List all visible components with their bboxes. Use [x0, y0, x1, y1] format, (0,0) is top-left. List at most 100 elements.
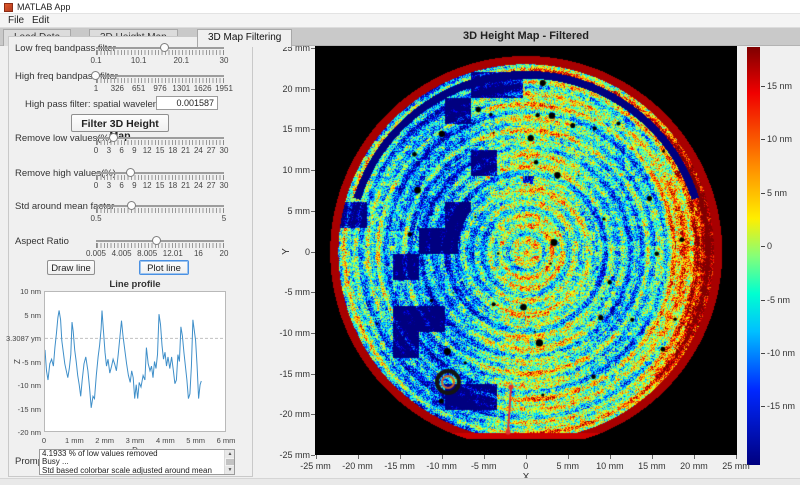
highpass-wavelength-field[interactable]: 0.001587: [156, 96, 218, 110]
slider-tick-label: 24: [193, 181, 203, 190]
scroll-down-icon[interactable]: ▼: [225, 466, 234, 474]
remove-high-values-slider: 0 3 6 9 12 15 18 21 24 27 30: [94, 166, 228, 190]
slider-tick-label: 30: [219, 56, 229, 65]
plot-line-button[interactable]: Plot line: [139, 260, 189, 275]
wafer-heatmap-canvas[interactable]: [315, 46, 737, 455]
slider-tick-label: 30: [219, 181, 229, 190]
heatmap-y-tick: -20 mm: [279, 409, 310, 420]
heatmap-x-tickmark: [357, 455, 359, 459]
heatmap-x-tickmark: [483, 455, 485, 459]
slider-tick-label: 24: [193, 146, 203, 155]
slider-tick-label: 0.005: [85, 249, 107, 258]
heatmap-plot-area[interactable]: [315, 46, 737, 455]
heatmap-y-tickmark: [311, 332, 315, 334]
colorbar-tickmark: [761, 353, 765, 354]
slider-tick-label: 10.1: [130, 56, 147, 65]
heatmap-x-tickmark: [693, 455, 695, 459]
heatmap-x-tick: -5 mm: [470, 461, 497, 471]
heatmap-y-tickmark: [311, 373, 315, 375]
scroll-thumb[interactable]: [226, 459, 234, 465]
colorbar-tick-label: -15 nm: [767, 401, 796, 412]
heatmap-x-tick: 5 mm: [556, 461, 580, 471]
heatmap-y-tickmark: [311, 48, 315, 49]
heatmap-x-tickmark: [609, 455, 611, 459]
prompt-line: Std based colorbar scale adjusted around…: [42, 465, 212, 475]
heatmap-y-tick: -25 mm: [279, 450, 310, 460]
heatmap-y-tickmark: [311, 414, 315, 416]
slider-tick-label: 5: [221, 214, 227, 223]
heatmap-y-tickmark: [311, 455, 315, 456]
remove-low-values-row: Remove low values(%) 0 3 6 9 12 15 18 21 24 27 30: [9, 131, 254, 157]
heatmap-x-tickmark: [736, 455, 737, 459]
line-profile-x-tick: 4 mm: [155, 436, 175, 445]
slider-tick-labels: 1 326 651 976 1301 1626 1951: [93, 84, 233, 93]
colorbar-tickmark: [761, 86, 765, 87]
slider-tick-label: 3: [106, 146, 112, 155]
slider-tick-label: 12: [142, 146, 152, 155]
tab-3d-map-filtering[interactable]: 3D Map Filtering: [197, 29, 293, 47]
slider-tick-labels: 0.5 5: [90, 214, 227, 223]
line-profile-y-tick: -20 nm: [17, 428, 41, 437]
menu-edit[interactable]: Edit: [28, 15, 53, 26]
line-profile-x-tick: 1 mm: [64, 436, 84, 445]
slider-thumb[interactable]: [126, 201, 136, 210]
slider-tick-label: 21: [181, 181, 191, 190]
line-profile-plot-area: [44, 291, 226, 432]
matlab-app-window: MATLAB App File Edit Load Data 3D Height…: [0, 0, 800, 485]
slider-ruler: [96, 50, 224, 55]
heatmap-y-tickmark: [311, 129, 315, 131]
window-bottom-edge: [0, 478, 800, 485]
window-title: MATLAB App: [17, 2, 71, 12]
prompt-scrollbar[interactable]: ▲ ▼: [224, 450, 234, 474]
slider-track: [96, 172, 224, 174]
titlebar: MATLAB App: [0, 0, 800, 14]
heatmap-x-tickmark: [651, 455, 653, 459]
high-freq-bandpass-slider: 1 326 651 976 1301 1626 1951: [91, 69, 233, 93]
slider-tick-label: 12.01: [162, 249, 183, 258]
slider-thumb[interactable]: [108, 133, 118, 142]
heatmap-x-tick: 10 mm: [596, 461, 624, 471]
matlab-app-icon: [4, 3, 13, 12]
colorbar-tick-label: -5 nm: [767, 294, 791, 305]
colorbar-tick-label: 0: [767, 241, 773, 252]
menu-file[interactable]: File: [4, 15, 28, 26]
prompt-textarea[interactable]: 4.1933 % of low values removed Busy ... …: [39, 449, 235, 475]
slider-tick-label: 0.1: [90, 56, 102, 65]
filter-3d-height-map-button[interactable]: Filter 3D Height Map: [71, 114, 169, 142]
slider-tick-label: 3: [106, 181, 112, 190]
scroll-up-icon[interactable]: ▲: [225, 450, 234, 458]
slider-thumb[interactable]: [91, 71, 100, 80]
line-profile-y-tick: 3.3087 ym: [5, 334, 41, 343]
remove-high-values-row: Remove high values(%) 0 3 6 9 12 15 18 21 24 27 30: [9, 166, 254, 192]
heatmap-y-tickmark: [311, 210, 315, 212]
heatmap-x-tick: -20 mm: [342, 461, 373, 471]
slider-tick-label: 0: [93, 146, 99, 155]
slider-tick-label: 6: [119, 146, 124, 155]
slider-tick-label: 0.5: [90, 214, 102, 223]
line-profile-y-tick: -15 nm: [17, 404, 41, 414]
slider-tick-label: 18: [168, 181, 178, 190]
heatmap-x-tick: -15 mm: [384, 461, 415, 471]
heatmap-title: 3D Height Map - Filtered: [463, 30, 589, 42]
slider-thumb[interactable]: [125, 168, 135, 177]
heatmap-y-tickmark: [311, 170, 315, 172]
slider-tick-labels: 0.1 10.1 20.1 30: [90, 56, 228, 65]
slider-tick-label: 1: [93, 84, 99, 93]
heatmap-y-tick: -15 mm: [279, 368, 310, 379]
slider-tick-label: 1626: [193, 84, 212, 93]
slider-tick-label: 21: [181, 146, 191, 155]
heatmap-y-tick: 5 mm: [287, 205, 311, 216]
line-profile-x-tick: 3 mm: [125, 436, 145, 445]
colorbar-tickmark: [761, 139, 765, 141]
slider-tick-label: 8.005: [137, 249, 158, 258]
prompt-line: 4.1933 % of low values removed: [42, 449, 158, 458]
slider-tick-label: 15: [155, 146, 165, 155]
aspect-ratio-row: Aspect Ratio 0.005 4.005 8.005 12.01 16 20: [9, 234, 254, 260]
heatmap-x-tick: 25 mm: [722, 461, 750, 471]
heatmap-x-tickmark: [399, 455, 401, 459]
colorbar-tick-label: 5 nm: [767, 187, 788, 198]
colorbar: [747, 47, 760, 465]
heatmap-y-tick: 15 mm: [282, 124, 310, 135]
draw-line-button[interactable]: Draw line: [47, 260, 95, 275]
heatmap-y-tickmark: [311, 292, 315, 294]
